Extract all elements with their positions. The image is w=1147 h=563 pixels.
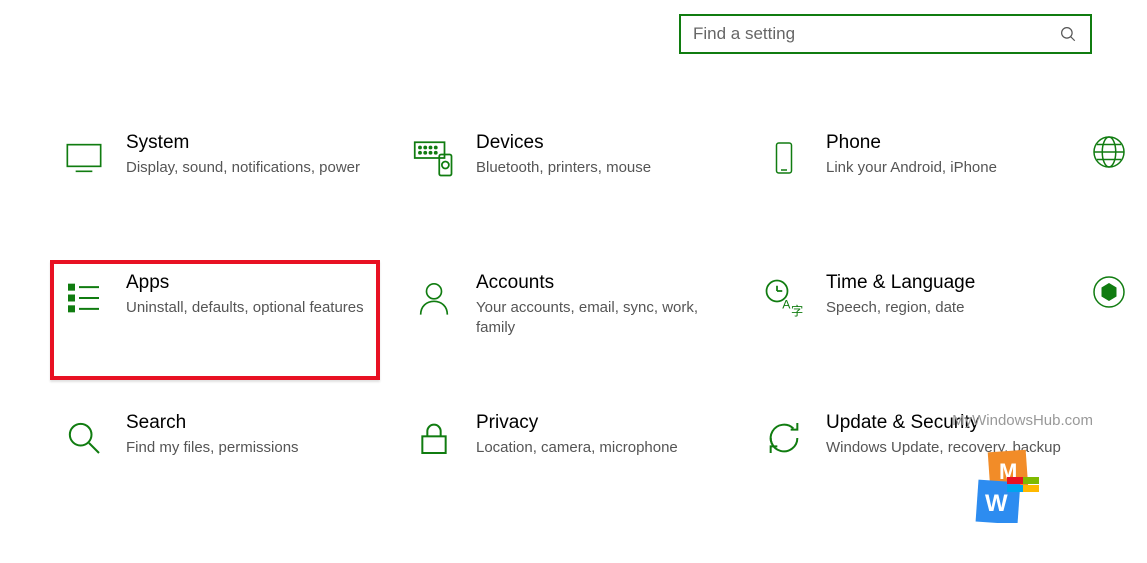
tile-title: Phone xyxy=(826,132,1066,154)
category-search[interactable]: Search Find my files, permissions xyxy=(50,400,380,520)
accounts-icon xyxy=(410,274,458,322)
tile-title: Search xyxy=(126,412,366,434)
tile-title: System xyxy=(126,132,366,154)
tile-subtitle: Location, camera, microphone xyxy=(476,438,716,458)
phone-icon xyxy=(760,134,808,182)
search-input[interactable] xyxy=(681,24,1046,44)
apps-icon xyxy=(60,274,108,322)
tile-title: Devices xyxy=(476,132,716,154)
tile-subtitle: Uninstall, defaults, optional features xyxy=(126,298,366,318)
devices-icon xyxy=(410,134,458,182)
search-category-icon xyxy=(60,414,108,462)
edge-icons-column xyxy=(1091,134,1127,310)
tile-subtitle: Bluetooth, printers, mouse xyxy=(476,158,716,178)
search-icon[interactable] xyxy=(1046,16,1090,52)
tile-subtitle: Your accounts, email, sync, work, family xyxy=(476,298,716,339)
category-time-language[interactable]: A 字 Time & Language Speech, region, date xyxy=(750,260,1080,380)
watermark-logo: M W xyxy=(973,447,1041,523)
category-accounts[interactable]: Accounts Your accounts, email, sync, wor… xyxy=(400,260,730,380)
svg-text:W: W xyxy=(985,490,1008,517)
privacy-icon xyxy=(410,414,458,462)
settings-categories-grid: System Display, sound, notifications, po… xyxy=(50,120,1110,520)
tile-title: Accounts xyxy=(476,272,716,294)
tile-subtitle: Link your Android, iPhone xyxy=(826,158,1066,178)
svg-text:字: 字 xyxy=(791,304,803,319)
tile-subtitle: Display, sound, notifications, power xyxy=(126,158,366,178)
search-box[interactable] xyxy=(679,14,1092,54)
tile-subtitle: Speech, region, date xyxy=(826,298,1066,318)
update-security-icon xyxy=(760,414,808,462)
gaming-icon[interactable] xyxy=(1091,274,1127,310)
category-system[interactable]: System Display, sound, notifications, po… xyxy=(50,120,380,240)
tile-subtitle: Find my files, permissions xyxy=(126,438,366,458)
tile-title: Apps xyxy=(126,272,366,294)
time-language-icon: A 字 xyxy=(760,274,808,322)
tile-title: Privacy xyxy=(476,412,716,434)
svg-text:A: A xyxy=(782,298,791,312)
watermark-text: MyWindowsHub.com xyxy=(952,412,1093,429)
category-devices[interactable]: Devices Bluetooth, printers, mouse xyxy=(400,120,730,240)
category-apps[interactable]: Apps Uninstall, defaults, optional featu… xyxy=(50,260,380,380)
system-icon xyxy=(60,134,108,182)
category-phone[interactable]: Phone Link your Android, iPhone xyxy=(750,120,1080,240)
tile-title: Time & Language xyxy=(826,272,1066,294)
category-privacy[interactable]: Privacy Location, camera, microphone xyxy=(400,400,730,520)
network-internet-icon[interactable] xyxy=(1091,134,1127,170)
